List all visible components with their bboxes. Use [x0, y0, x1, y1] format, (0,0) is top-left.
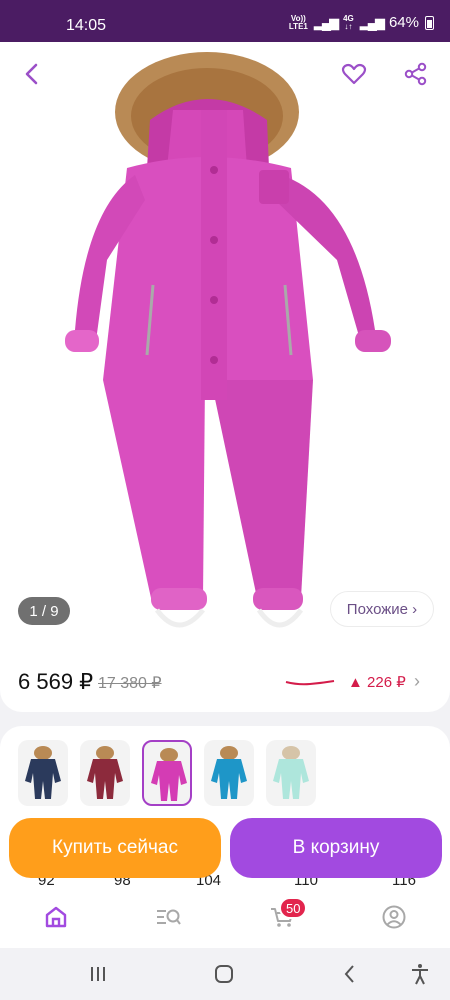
product-gallery[interactable]: 1 / 9 Похожие › 6 569 ₽ 17 380 ₽ ▲ 226 ₽…	[0, 42, 450, 712]
color-variant-magenta[interactable]	[142, 740, 192, 806]
nav-home[interactable]	[42, 903, 70, 931]
recent-apps-icon	[91, 967, 105, 981]
back-button[interactable]	[18, 60, 46, 88]
variant-thumbnail	[211, 746, 247, 799]
variant-thumbnail	[273, 746, 309, 799]
old-price: 17 380 ₽	[98, 675, 162, 692]
price-history-chart-icon	[285, 680, 335, 686]
battery-percent: 64%	[388, 14, 419, 31]
buy-now-button[interactable]: Купить сейчас	[9, 818, 221, 878]
accessibility-button[interactable]	[408, 962, 432, 986]
add-to-cart-button[interactable]: В корзину	[230, 818, 442, 878]
recent-apps-button[interactable]	[86, 962, 110, 986]
signal-icon-2: ▂▄▆	[359, 14, 385, 30]
home-square-icon	[215, 965, 233, 983]
status-icons: Vo)) LTE1 ▂▄▆ 4G ↓↑ ▂▄▆ 64%	[289, 14, 434, 31]
nav-catalog[interactable]	[154, 903, 182, 931]
color-variant-navy[interactable]	[18, 740, 68, 806]
share-icon	[404, 62, 427, 86]
system-nav-bar	[0, 948, 450, 1000]
variant-thumbnail	[25, 746, 61, 799]
share-button[interactable]	[402, 60, 430, 88]
color-variant-burgundy[interactable]	[80, 740, 130, 806]
home-icon	[45, 906, 67, 928]
similar-button[interactable]: Похожие ›	[330, 591, 434, 627]
price-row[interactable]: 6 569 ₽ 17 380 ₽ ▲ 226 ₽ ›	[18, 666, 432, 696]
image-counter: 1 / 9	[18, 597, 70, 625]
network-indicator: 4G ↓↑	[343, 13, 354, 31]
color-variant-mint[interactable]	[266, 740, 316, 806]
battery-icon	[425, 15, 434, 30]
chevron-left-icon	[25, 63, 38, 85]
volte-indicator: Vo)) LTE1	[288, 13, 308, 31]
back-arrow-icon	[344, 965, 354, 983]
profile-icon	[382, 905, 406, 929]
product-image	[65, 52, 391, 628]
home-system-button[interactable]	[212, 962, 236, 986]
bottom-nav	[0, 886, 450, 948]
heart-icon	[341, 63, 367, 85]
signal-icon: ▂▄▆	[313, 14, 339, 30]
variant-thumbnail	[151, 748, 187, 801]
status-time: 14:05	[66, 17, 107, 34]
cart-count-badge: 50	[279, 897, 308, 919]
current-price: 6 569 ₽	[18, 669, 94, 694]
chevron-right-icon: ›	[414, 671, 420, 691]
price-change: ▲ 226 ₽	[348, 674, 406, 691]
nav-profile[interactable]	[380, 903, 408, 931]
variant-thumbnail	[87, 746, 123, 799]
favorite-button[interactable]	[340, 60, 368, 88]
accessibility-icon	[412, 964, 428, 985]
catalog-search-icon	[157, 909, 181, 925]
color-variant-blue[interactable]	[204, 740, 254, 806]
status-bar: 14:05 Vo)) LTE1 ▂▄▆ 4G ↓↑ ▂▄▆ 64%	[0, 0, 450, 42]
back-system-button[interactable]	[338, 962, 362, 986]
